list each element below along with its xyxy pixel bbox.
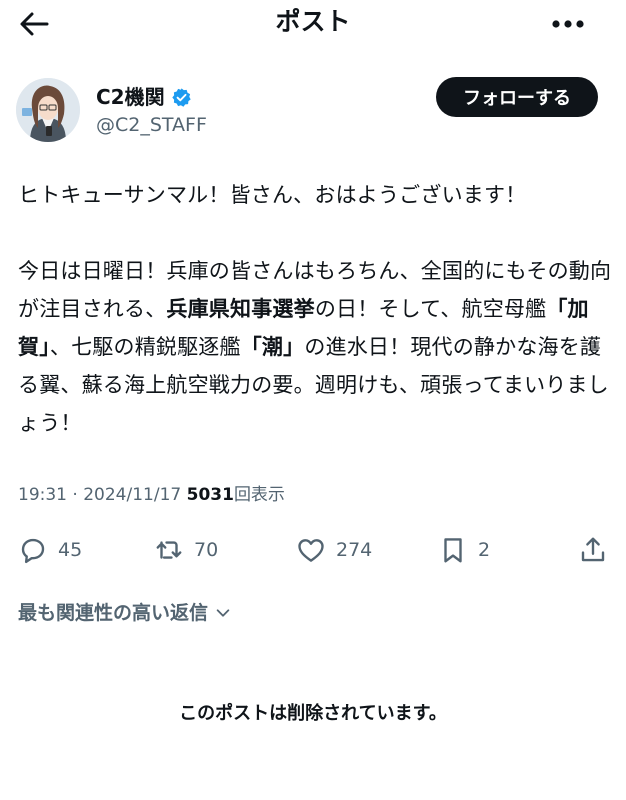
like-count: 274: [336, 539, 373, 561]
tweet-text: ヒトキューサンマル！皆さん、おはようございます！ 今日は日曜日！兵庫の皆さんはも…: [18, 176, 612, 442]
author-display-name[interactable]: C2機関: [96, 83, 165, 111]
author-handle[interactable]: @C2_STAFF: [96, 113, 207, 137]
repost-icon: [156, 541, 182, 559]
tweet-bold-election: 兵庫県知事選挙: [166, 297, 315, 321]
chevron-down-icon: [216, 609, 230, 617]
views-label: 回表示: [233, 485, 285, 505]
author-name-row[interactable]: C2機関: [96, 83, 192, 111]
avatar-illustration-icon: [16, 78, 80, 142]
views-count[interactable]: 5031: [187, 485, 234, 505]
bookmark-count: 2: [478, 539, 491, 561]
reply-count: 45: [58, 539, 83, 561]
replies-sort-label: 最も関連性の高い返信: [18, 602, 209, 624]
like-button[interactable]: 274: [296, 530, 372, 570]
heart-icon: [298, 539, 324, 562]
share-icon: [581, 537, 605, 562]
meta-separator: ·: [67, 485, 84, 505]
replies-sort-dropdown[interactable]: 最も関連性の高い返信: [18, 600, 232, 626]
tweet-date[interactable]: 2024/11/17: [83, 485, 181, 505]
tweet-meta: 19:31 · 2024/11/17 5031回表示: [18, 484, 285, 506]
tweet-time[interactable]: 19:31: [18, 485, 67, 505]
action-bar: 45 70 274 2: [0, 530, 626, 570]
tweet-text-part: 、七駆の精鋭駆逐艦: [49, 335, 241, 359]
tweet-line-1: ヒトキューサンマル！皆さん、おはようございます！: [18, 183, 527, 207]
follow-button[interactable]: フォローする: [436, 77, 598, 117]
share-button[interactable]: [578, 530, 608, 570]
repost-count: 70: [194, 539, 219, 561]
bookmark-icon: [444, 538, 462, 563]
page-title: ポスト: [275, 7, 351, 36]
repost-button[interactable]: 70: [154, 530, 218, 570]
tweet-bold-ushio: 「潮」: [240, 335, 305, 359]
tweet-text-part: の日！そして、航空母艦: [314, 297, 547, 321]
bookmark-button[interactable]: 2: [438, 530, 490, 570]
top-bar: ポスト: [0, 0, 626, 50]
avatar[interactable]: [16, 78, 80, 142]
deleted-post-notice: このポストは削除されています。: [179, 703, 447, 724]
reply-button[interactable]: 45: [18, 530, 82, 570]
more-button[interactable]: [546, 6, 590, 42]
verified-badge-icon: [171, 87, 191, 107]
reply-icon: [21, 538, 45, 564]
more-dots-icon: [552, 20, 584, 28]
